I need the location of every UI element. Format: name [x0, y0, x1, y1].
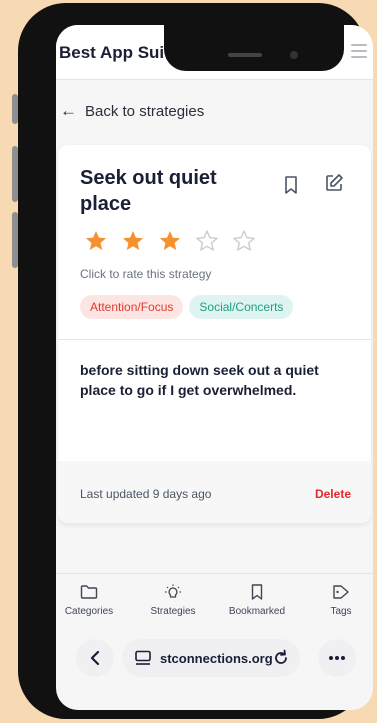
tag-list: Attention/Focus Social/Concerts: [80, 295, 299, 319]
screen: Best App Suite ← Back to strategies Seek…: [56, 25, 373, 710]
star-filled-icon[interactable]: [84, 229, 108, 253]
edit-icon[interactable]: [324, 173, 344, 193]
nav-categories[interactable]: Categories: [56, 584, 124, 617]
star-filled-icon[interactable]: [158, 229, 182, 253]
last-updated: Last updated 9 days ago: [80, 487, 212, 501]
star-filled-icon[interactable]: [121, 229, 145, 253]
delete-button[interactable]: Delete: [315, 487, 351, 501]
volume-down-button: [12, 212, 18, 268]
back-to-strategies-link[interactable]: ← Back to strategies: [60, 101, 204, 121]
nav-label: Categories: [64, 606, 114, 617]
url-text: stconnections.org: [160, 651, 273, 666]
side-button: [12, 94, 18, 124]
phone-frame: Best App Suite ← Back to strategies Seek…: [18, 3, 373, 719]
reload-icon[interactable]: [272, 649, 290, 667]
lightbulb-icon: [165, 584, 181, 598]
strategy-description: before sitting down seek out a quiet pla…: [80, 362, 319, 398]
tag-social-concerts[interactable]: Social/Concerts: [189, 295, 294, 319]
chevron-left-icon: [90, 650, 100, 666]
app-title: Best App Suite: [59, 43, 180, 62]
hamburger-menu-icon[interactable]: [351, 44, 367, 58]
bookmark-icon[interactable]: [282, 175, 300, 195]
volume-up-button: [12, 146, 18, 202]
tag-icon: [333, 585, 349, 599]
more-dots-icon: [329, 656, 345, 660]
strategy-card: Seek out quiet place Click to rate this …: [58, 145, 371, 523]
divider: [58, 339, 371, 340]
strategy-title: Seek out quiet place: [80, 167, 217, 215]
folder-icon: [80, 585, 98, 599]
star-empty-icon[interactable]: [232, 229, 256, 253]
more-options-button[interactable]: [318, 639, 356, 677]
arrow-left-icon: ←: [60, 101, 77, 120]
camera: [290, 51, 298, 59]
back-link-label: Back to strategies: [85, 102, 205, 120]
rate-hint: Click to rate this strategy: [80, 267, 212, 281]
bottom-nav: Categories Strategies Bookmarked Tags: [56, 573, 373, 628]
nav-tags[interactable]: Tags: [306, 584, 373, 617]
notch: [164, 25, 344, 71]
nav-label: Bookmarked: [228, 606, 286, 617]
speaker: [228, 53, 262, 57]
browser-toolbar: stconnections.org: [56, 633, 373, 683]
star-rating[interactable]: [84, 229, 269, 253]
tag-attention-focus[interactable]: Attention/Focus: [80, 295, 184, 319]
nav-strategies[interactable]: Strategies: [138, 584, 208, 617]
address-bar[interactable]: stconnections.org: [122, 639, 300, 677]
browser-back-button[interactable]: [76, 639, 114, 677]
bookmark-icon: [251, 584, 263, 600]
tabs-icon: [135, 650, 151, 665]
nav-label: Tags: [330, 606, 352, 617]
card-footer: Last updated 9 days ago Delete: [58, 461, 371, 523]
nav-label: Strategies: [150, 606, 196, 617]
star-empty-icon[interactable]: [195, 229, 219, 253]
nav-bookmarked[interactable]: Bookmarked: [222, 584, 292, 617]
